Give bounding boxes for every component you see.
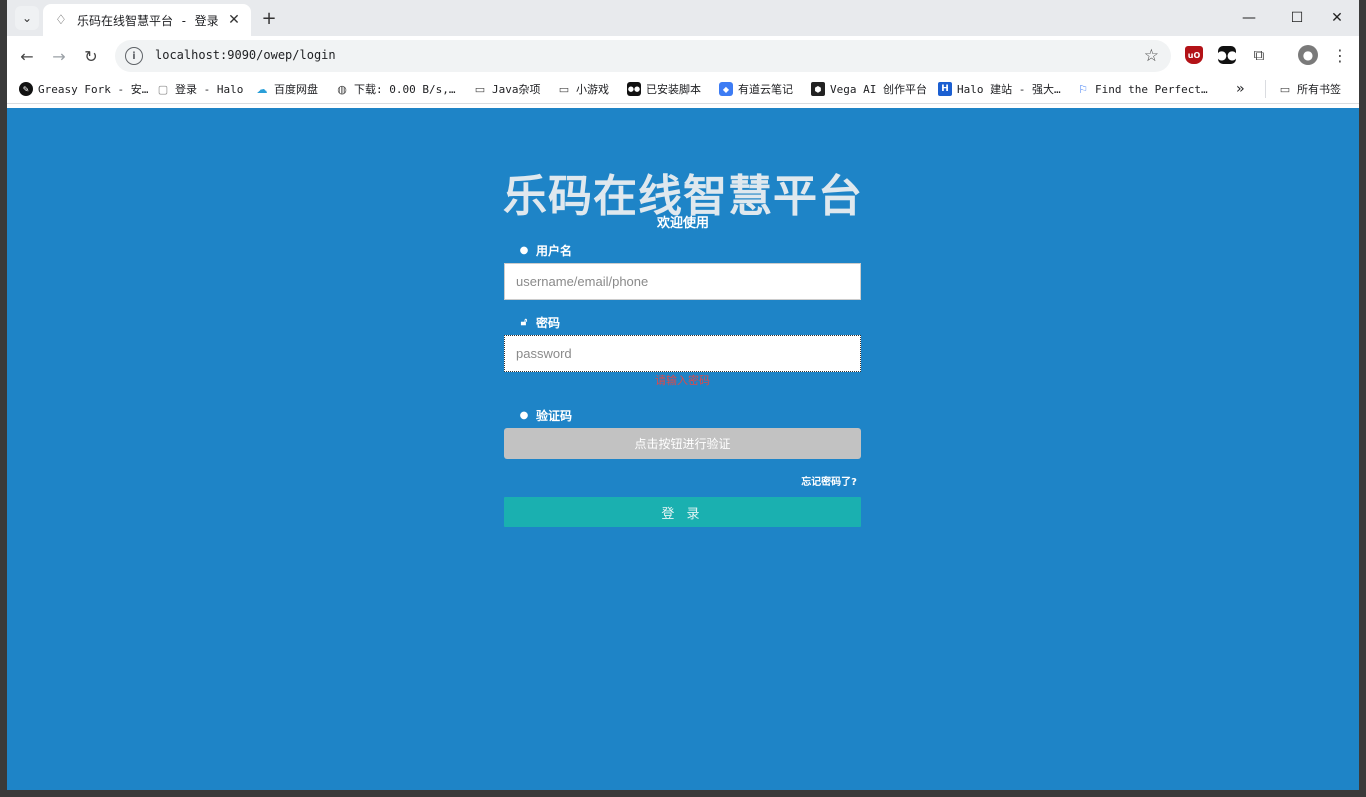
captcha-verify-button[interactable]: 点击按钮进行验证 bbox=[504, 428, 861, 459]
bookmark-folder[interactable]: ▭ Java杂项 bbox=[473, 80, 541, 98]
folder-icon: ▭ bbox=[1279, 82, 1291, 96]
bookmark-item[interactable]: ◍ 下载: 0.00 B/s,… bbox=[335, 80, 455, 98]
bookmark-item[interactable]: ☁ 百度网盘 bbox=[255, 80, 319, 98]
tab-title: 乐码在线智慧平台 - 登录 bbox=[77, 13, 219, 28]
arrow-right-icon: → bbox=[52, 46, 66, 66]
bookmark-item[interactable]: ▢ 登录 - Halo bbox=[156, 80, 244, 98]
bookmark-item[interactable]: ⚐ Find the Perfect… bbox=[1076, 80, 1208, 98]
folder-icon: ▭ bbox=[558, 82, 570, 96]
tab-strip: ⌄ ♢ 乐码在线智慧平台 - 登录 ✕ + — ☐ ✕ bbox=[7, 0, 1359, 36]
baidu-netdisk-icon: ☁ bbox=[256, 82, 268, 96]
bookmarks-bar: ✎ Greasy Fork - 安… ▢ 登录 - Halo ☁ 百度网盘 ◍ … bbox=[7, 76, 1359, 104]
page-subtitle: 欢迎使用 bbox=[656, 216, 709, 231]
bookmark-item[interactable]: ⬢ Vega AI 创作平台 bbox=[811, 80, 927, 98]
bookmark-folder[interactable]: ▭ 小游戏 bbox=[557, 80, 609, 98]
browser-window: ⌄ ♢ 乐码在线智慧平台 - 登录 ✕ + — ☐ ✕ ← → ↻ i loca… bbox=[7, 0, 1359, 790]
login-button[interactable]: 登 录 bbox=[504, 497, 861, 527]
arrow-left-icon: ← bbox=[20, 46, 34, 66]
new-tab-button[interactable]: + bbox=[259, 8, 279, 29]
maximize-button[interactable]: ☐ bbox=[1285, 6, 1309, 30]
reload-icon: ↻ bbox=[84, 46, 98, 66]
password-input[interactable] bbox=[504, 335, 861, 372]
close-window-button[interactable]: ✕ bbox=[1325, 6, 1349, 30]
menu-dots-icon[interactable]: ⋮ bbox=[1331, 46, 1349, 65]
globe-icon: ◍ bbox=[337, 82, 347, 96]
login-page: 乐码在线智慧平台 欢迎使用 ● 用户名 🔓︎ 密码 请输入密码 ● 验证码 点击… bbox=[7, 108, 1359, 790]
page-favicon-icon: ♢ bbox=[55, 12, 67, 28]
bookmark-item[interactable]: ✎ Greasy Fork - 安… bbox=[19, 80, 148, 98]
tampermonkey-icon: ●● bbox=[627, 82, 641, 96]
back-button[interactable]: ← bbox=[15, 44, 39, 68]
forgot-password-link[interactable]: 忘记密码了? bbox=[801, 473, 857, 488]
user-icon: ● bbox=[519, 245, 529, 256]
site-info-icon[interactable]: i bbox=[125, 47, 143, 65]
password-error-message: 请输入密码 bbox=[655, 374, 710, 387]
unlock-icon: 🔓︎ bbox=[520, 317, 528, 328]
address-url[interactable]: localhost:9090/owep/login bbox=[155, 48, 336, 62]
address-bar[interactable]: i localhost:9090/owep/login ☆ bbox=[115, 40, 1171, 72]
browser-toolbar: ← → ↻ i localhost:9090/owep/login ☆ uO ●… bbox=[7, 36, 1359, 76]
captcha-label: ● 验证码 bbox=[519, 409, 573, 423]
folder-icon: ▭ bbox=[474, 82, 486, 96]
youdao-icon: ◆ bbox=[719, 82, 733, 96]
password-label: 🔓︎ 密码 bbox=[518, 314, 560, 331]
greasyfork-icon: ✎ bbox=[19, 82, 33, 96]
ublock-origin-icon[interactable]: uO bbox=[1185, 46, 1203, 64]
bookmark-item[interactable]: ◆ 有道云笔记 bbox=[719, 80, 793, 98]
bookmark-item[interactable]: H Halo 建站 - 强大… bbox=[938, 80, 1061, 98]
halo-h-icon: H bbox=[938, 82, 952, 96]
username-input[interactable] bbox=[504, 263, 861, 300]
forward-button[interactable]: → bbox=[47, 44, 71, 68]
bookmarks-overflow-button[interactable]: » bbox=[1236, 80, 1244, 98]
chevron-down-icon: ⌄ bbox=[21, 11, 33, 25]
profile-avatar[interactable]: ● bbox=[1298, 45, 1318, 65]
close-tab-icon[interactable]: ✕ bbox=[225, 11, 243, 29]
vega-icon: ⬢ bbox=[811, 82, 825, 96]
flag-icon: ⚐ bbox=[1078, 82, 1088, 96]
tampermonkey-extension-icon[interactable]: ●● bbox=[1217, 46, 1237, 64]
extensions-puzzle-icon[interactable]: ⧉ bbox=[1250, 46, 1268, 64]
bookmark-star-icon[interactable]: ☆ bbox=[1144, 46, 1159, 66]
tab-search-button[interactable]: ⌄ bbox=[15, 6, 39, 30]
username-label: ● 用户名 bbox=[519, 244, 573, 258]
halo-icon: ▢ bbox=[157, 82, 169, 96]
reload-button[interactable]: ↻ bbox=[79, 44, 103, 68]
user-icon: ● bbox=[519, 410, 529, 421]
minimize-button[interactable]: — bbox=[1237, 6, 1261, 30]
bookmark-item[interactable]: ●● 已安装脚本 bbox=[627, 80, 701, 98]
active-tab[interactable]: ♢ 乐码在线智慧平台 - 登录 ✕ bbox=[43, 4, 251, 36]
all-bookmarks-folder[interactable]: ▭ 所有书签 bbox=[1265, 80, 1341, 98]
